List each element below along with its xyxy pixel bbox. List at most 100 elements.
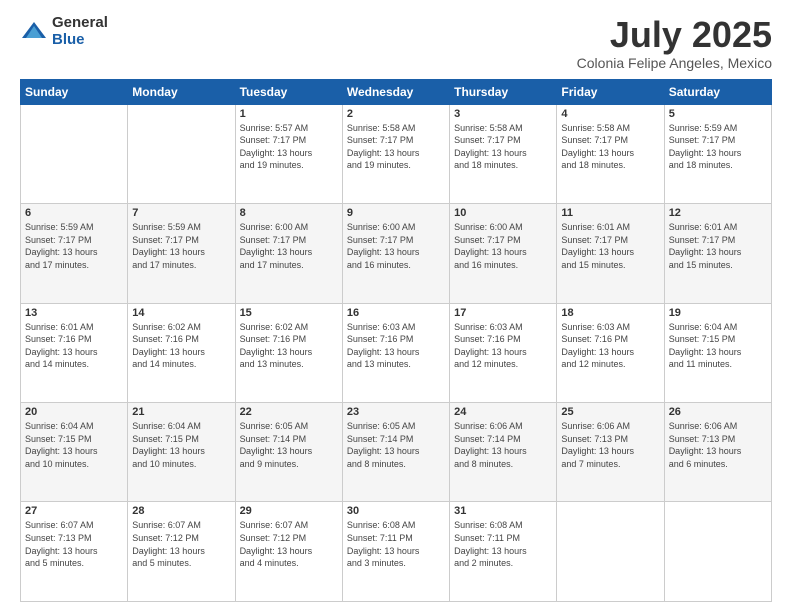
day-info: Sunrise: 6:06 AM Sunset: 7:14 PM Dayligh… (454, 420, 552, 470)
day-info: Sunrise: 5:57 AM Sunset: 7:17 PM Dayligh… (240, 122, 338, 172)
weekday-header-tuesday: Tuesday (235, 79, 342, 104)
calendar-cell: 1 Sunrise: 5:57 AM Sunset: 7:17 PM Daylig… (235, 104, 342, 203)
day-info: Sunrise: 5:59 AM Sunset: 7:17 PM Dayligh… (669, 122, 767, 172)
calendar-cell: 16Sunrise: 6:03 AM Sunset: 7:16 PM Dayli… (342, 303, 449, 402)
calendar-cell: 29 Sunrise: 6:07 AM Sunset: 7:12 PM Dayli… (235, 502, 342, 602)
day-number: 5 (669, 108, 767, 120)
calendar-cell: 20 Sunrise: 6:04 AM Sunset: 7:15 PM Dayli… (21, 403, 128, 502)
day-info: Sunrise: 5:58 AM Sunset: 7:17 PM Dayligh… (454, 122, 552, 172)
calendar-cell (128, 104, 235, 203)
calendar-cell: 9Sunrise: 6:00 AM Sunset: 7:17 PM Daylig… (342, 204, 449, 303)
title-block: July 2025 Colonia Felipe Angeles, Mexico (577, 15, 772, 71)
calendar-table: SundayMondayTuesdayWednesdayThursdayFrid… (20, 79, 772, 602)
day-number: 31 (454, 505, 552, 517)
day-number: 2 (347, 108, 445, 120)
day-number: 23 (347, 406, 445, 418)
day-number: 20 (25, 406, 123, 418)
calendar-cell: 17 Sunrise: 6:03 AM Sunset: 7:16 PM Dayli… (450, 303, 557, 402)
day-info: Sunrise: 6:01 AM Sunset: 7:17 PM Dayligh… (561, 221, 659, 271)
logo-text: General Blue (52, 15, 108, 48)
day-number: 8 (240, 207, 338, 219)
calendar-cell: 4Sunrise: 5:58 AM Sunset: 7:17 PM Daylig… (557, 104, 664, 203)
day-number: 7 (132, 207, 230, 219)
calendar-cell: 7 Sunrise: 5:59 AM Sunset: 7:17 PM Daylig… (128, 204, 235, 303)
calendar-cell (557, 502, 664, 602)
calendar-cell: 31 Sunrise: 6:08 AM Sunset: 7:11 PM Dayli… (450, 502, 557, 602)
day-number: 12 (669, 207, 767, 219)
day-number: 17 (454, 307, 552, 319)
day-info: Sunrise: 6:06 AM Sunset: 7:13 PM Dayligh… (669, 420, 767, 470)
day-info: Sunrise: 6:00 AM Sunset: 7:17 PM Dayligh… (347, 221, 445, 271)
calendar-cell: 21 Sunrise: 6:04 AM Sunset: 7:15 PM Dayli… (128, 403, 235, 502)
month-title: July 2025 (577, 15, 772, 55)
calendar-cell: 19 Sunrise: 6:04 AM Sunset: 7:15 PM Dayli… (664, 303, 771, 402)
day-info: Sunrise: 5:59 AM Sunset: 7:17 PM Dayligh… (25, 221, 123, 271)
day-number: 24 (454, 406, 552, 418)
calendar-cell: 13Sunrise: 6:01 AM Sunset: 7:16 PM Dayli… (21, 303, 128, 402)
page: General Blue July 2025 Colonia Felipe An… (0, 0, 792, 612)
week-row-4: 20 Sunrise: 6:04 AM Sunset: 7:15 PM Dayli… (21, 403, 772, 502)
day-info: Sunrise: 6:05 AM Sunset: 7:14 PM Dayligh… (347, 420, 445, 470)
header: General Blue July 2025 Colonia Felipe An… (20, 15, 772, 71)
subtitle: Colonia Felipe Angeles, Mexico (577, 55, 772, 71)
calendar-cell: 23 Sunrise: 6:05 AM Sunset: 7:14 PM Dayli… (342, 403, 449, 502)
day-info: Sunrise: 5:58 AM Sunset: 7:17 PM Dayligh… (561, 122, 659, 172)
day-number: 1 (240, 108, 338, 120)
logo-blue: Blue (52, 32, 108, 49)
weekday-header-thursday: Thursday (450, 79, 557, 104)
calendar-cell (664, 502, 771, 602)
weekday-header-row: SundayMondayTuesdayWednesdayThursdayFrid… (21, 79, 772, 104)
day-info: Sunrise: 6:04 AM Sunset: 7:15 PM Dayligh… (25, 420, 123, 470)
calendar-cell: 10 Sunrise: 6:00 AM Sunset: 7:17 PM Dayli… (450, 204, 557, 303)
day-number: 19 (669, 307, 767, 319)
day-number: 6 (25, 207, 123, 219)
day-info: Sunrise: 6:05 AM Sunset: 7:14 PM Dayligh… (240, 420, 338, 470)
day-info: Sunrise: 6:02 AM Sunset: 7:16 PM Dayligh… (240, 321, 338, 371)
day-number: 10 (454, 207, 552, 219)
day-number: 28 (132, 505, 230, 517)
day-info: Sunrise: 5:59 AM Sunset: 7:17 PM Dayligh… (132, 221, 230, 271)
day-info: Sunrise: 6:00 AM Sunset: 7:17 PM Dayligh… (240, 221, 338, 271)
day-number: 18 (561, 307, 659, 319)
calendar-cell: 18 Sunrise: 6:03 AM Sunset: 7:16 PM Dayli… (557, 303, 664, 402)
day-info: Sunrise: 6:08 AM Sunset: 7:11 PM Dayligh… (347, 519, 445, 569)
day-info: Sunrise: 6:08 AM Sunset: 7:11 PM Dayligh… (454, 519, 552, 569)
day-number: 15 (240, 307, 338, 319)
calendar-cell: 30 Sunrise: 6:08 AM Sunset: 7:11 PM Dayli… (342, 502, 449, 602)
day-number: 27 (25, 505, 123, 517)
weekday-header-friday: Friday (557, 79, 664, 104)
calendar-cell: 26 Sunrise: 6:06 AM Sunset: 7:13 PM Dayli… (664, 403, 771, 502)
day-info: Sunrise: 6:04 AM Sunset: 7:15 PM Dayligh… (669, 321, 767, 371)
day-info: Sunrise: 6:01 AM Sunset: 7:16 PM Dayligh… (25, 321, 123, 371)
day-info: Sunrise: 6:06 AM Sunset: 7:13 PM Dayligh… (561, 420, 659, 470)
calendar-cell: 11Sunrise: 6:01 AM Sunset: 7:17 PM Dayli… (557, 204, 664, 303)
day-info: Sunrise: 6:04 AM Sunset: 7:15 PM Dayligh… (132, 420, 230, 470)
calendar-cell: 27Sunrise: 6:07 AM Sunset: 7:13 PM Dayli… (21, 502, 128, 602)
weekday-header-saturday: Saturday (664, 79, 771, 104)
calendar-cell: 3 Sunrise: 5:58 AM Sunset: 7:17 PM Daylig… (450, 104, 557, 203)
calendar-cell: 24 Sunrise: 6:06 AM Sunset: 7:14 PM Dayli… (450, 403, 557, 502)
day-info: Sunrise: 6:03 AM Sunset: 7:16 PM Dayligh… (454, 321, 552, 371)
day-number: 29 (240, 505, 338, 517)
day-info: Sunrise: 6:07 AM Sunset: 7:12 PM Dayligh… (132, 519, 230, 569)
calendar-cell (21, 104, 128, 203)
calendar-cell: 5 Sunrise: 5:59 AM Sunset: 7:17 PM Daylig… (664, 104, 771, 203)
day-info: Sunrise: 6:02 AM Sunset: 7:16 PM Dayligh… (132, 321, 230, 371)
calendar-cell: 15 Sunrise: 6:02 AM Sunset: 7:16 PM Dayli… (235, 303, 342, 402)
day-number: 30 (347, 505, 445, 517)
day-number: 3 (454, 108, 552, 120)
calendar-cell: 6 Sunrise: 5:59 AM Sunset: 7:17 PM Daylig… (21, 204, 128, 303)
calendar-cell: 2 Sunrise: 5:58 AM Sunset: 7:17 PM Daylig… (342, 104, 449, 203)
day-info: Sunrise: 6:00 AM Sunset: 7:17 PM Dayligh… (454, 221, 552, 271)
day-number: 26 (669, 406, 767, 418)
weekday-header-sunday: Sunday (21, 79, 128, 104)
weekday-header-monday: Monday (128, 79, 235, 104)
day-number: 21 (132, 406, 230, 418)
calendar-cell: 8 Sunrise: 6:00 AM Sunset: 7:17 PM Daylig… (235, 204, 342, 303)
day-number: 25 (561, 406, 659, 418)
day-info: Sunrise: 5:58 AM Sunset: 7:17 PM Dayligh… (347, 122, 445, 172)
weekday-header-wednesday: Wednesday (342, 79, 449, 104)
week-row-3: 13Sunrise: 6:01 AM Sunset: 7:16 PM Dayli… (21, 303, 772, 402)
day-info: Sunrise: 6:07 AM Sunset: 7:12 PM Dayligh… (240, 519, 338, 569)
day-info: Sunrise: 6:03 AM Sunset: 7:16 PM Dayligh… (561, 321, 659, 371)
